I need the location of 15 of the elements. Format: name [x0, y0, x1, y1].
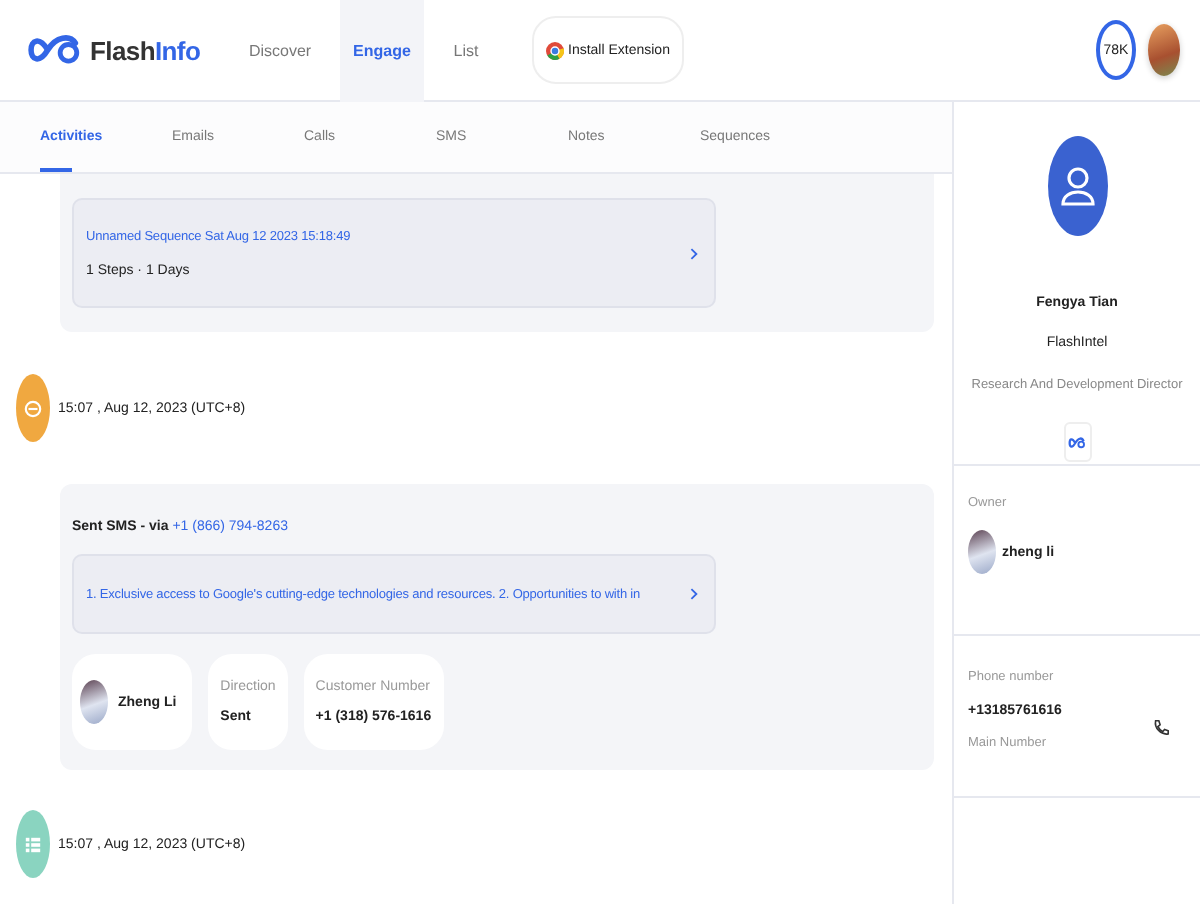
phone-icon[interactable]	[1152, 717, 1170, 737]
person-icon	[1059, 166, 1095, 206]
logo-icon	[28, 32, 84, 68]
user-avatar[interactable]	[1148, 24, 1180, 76]
browser-icon	[546, 41, 564, 59]
link-icon[interactable]	[1063, 422, 1091, 462]
nav-tab[interactable]: Engage	[340, 0, 424, 101]
person-avatar	[80, 680, 108, 724]
chevron-icon	[690, 588, 698, 600]
nav-tab[interactable]: Discover	[220, 0, 340, 101]
chevron-icon	[690, 247, 698, 259]
logo-text: FlashInfo	[90, 35, 201, 65]
owner-avatar	[968, 530, 996, 574]
list-icon	[16, 810, 50, 878]
nav-tab[interactable]: List	[424, 0, 508, 101]
